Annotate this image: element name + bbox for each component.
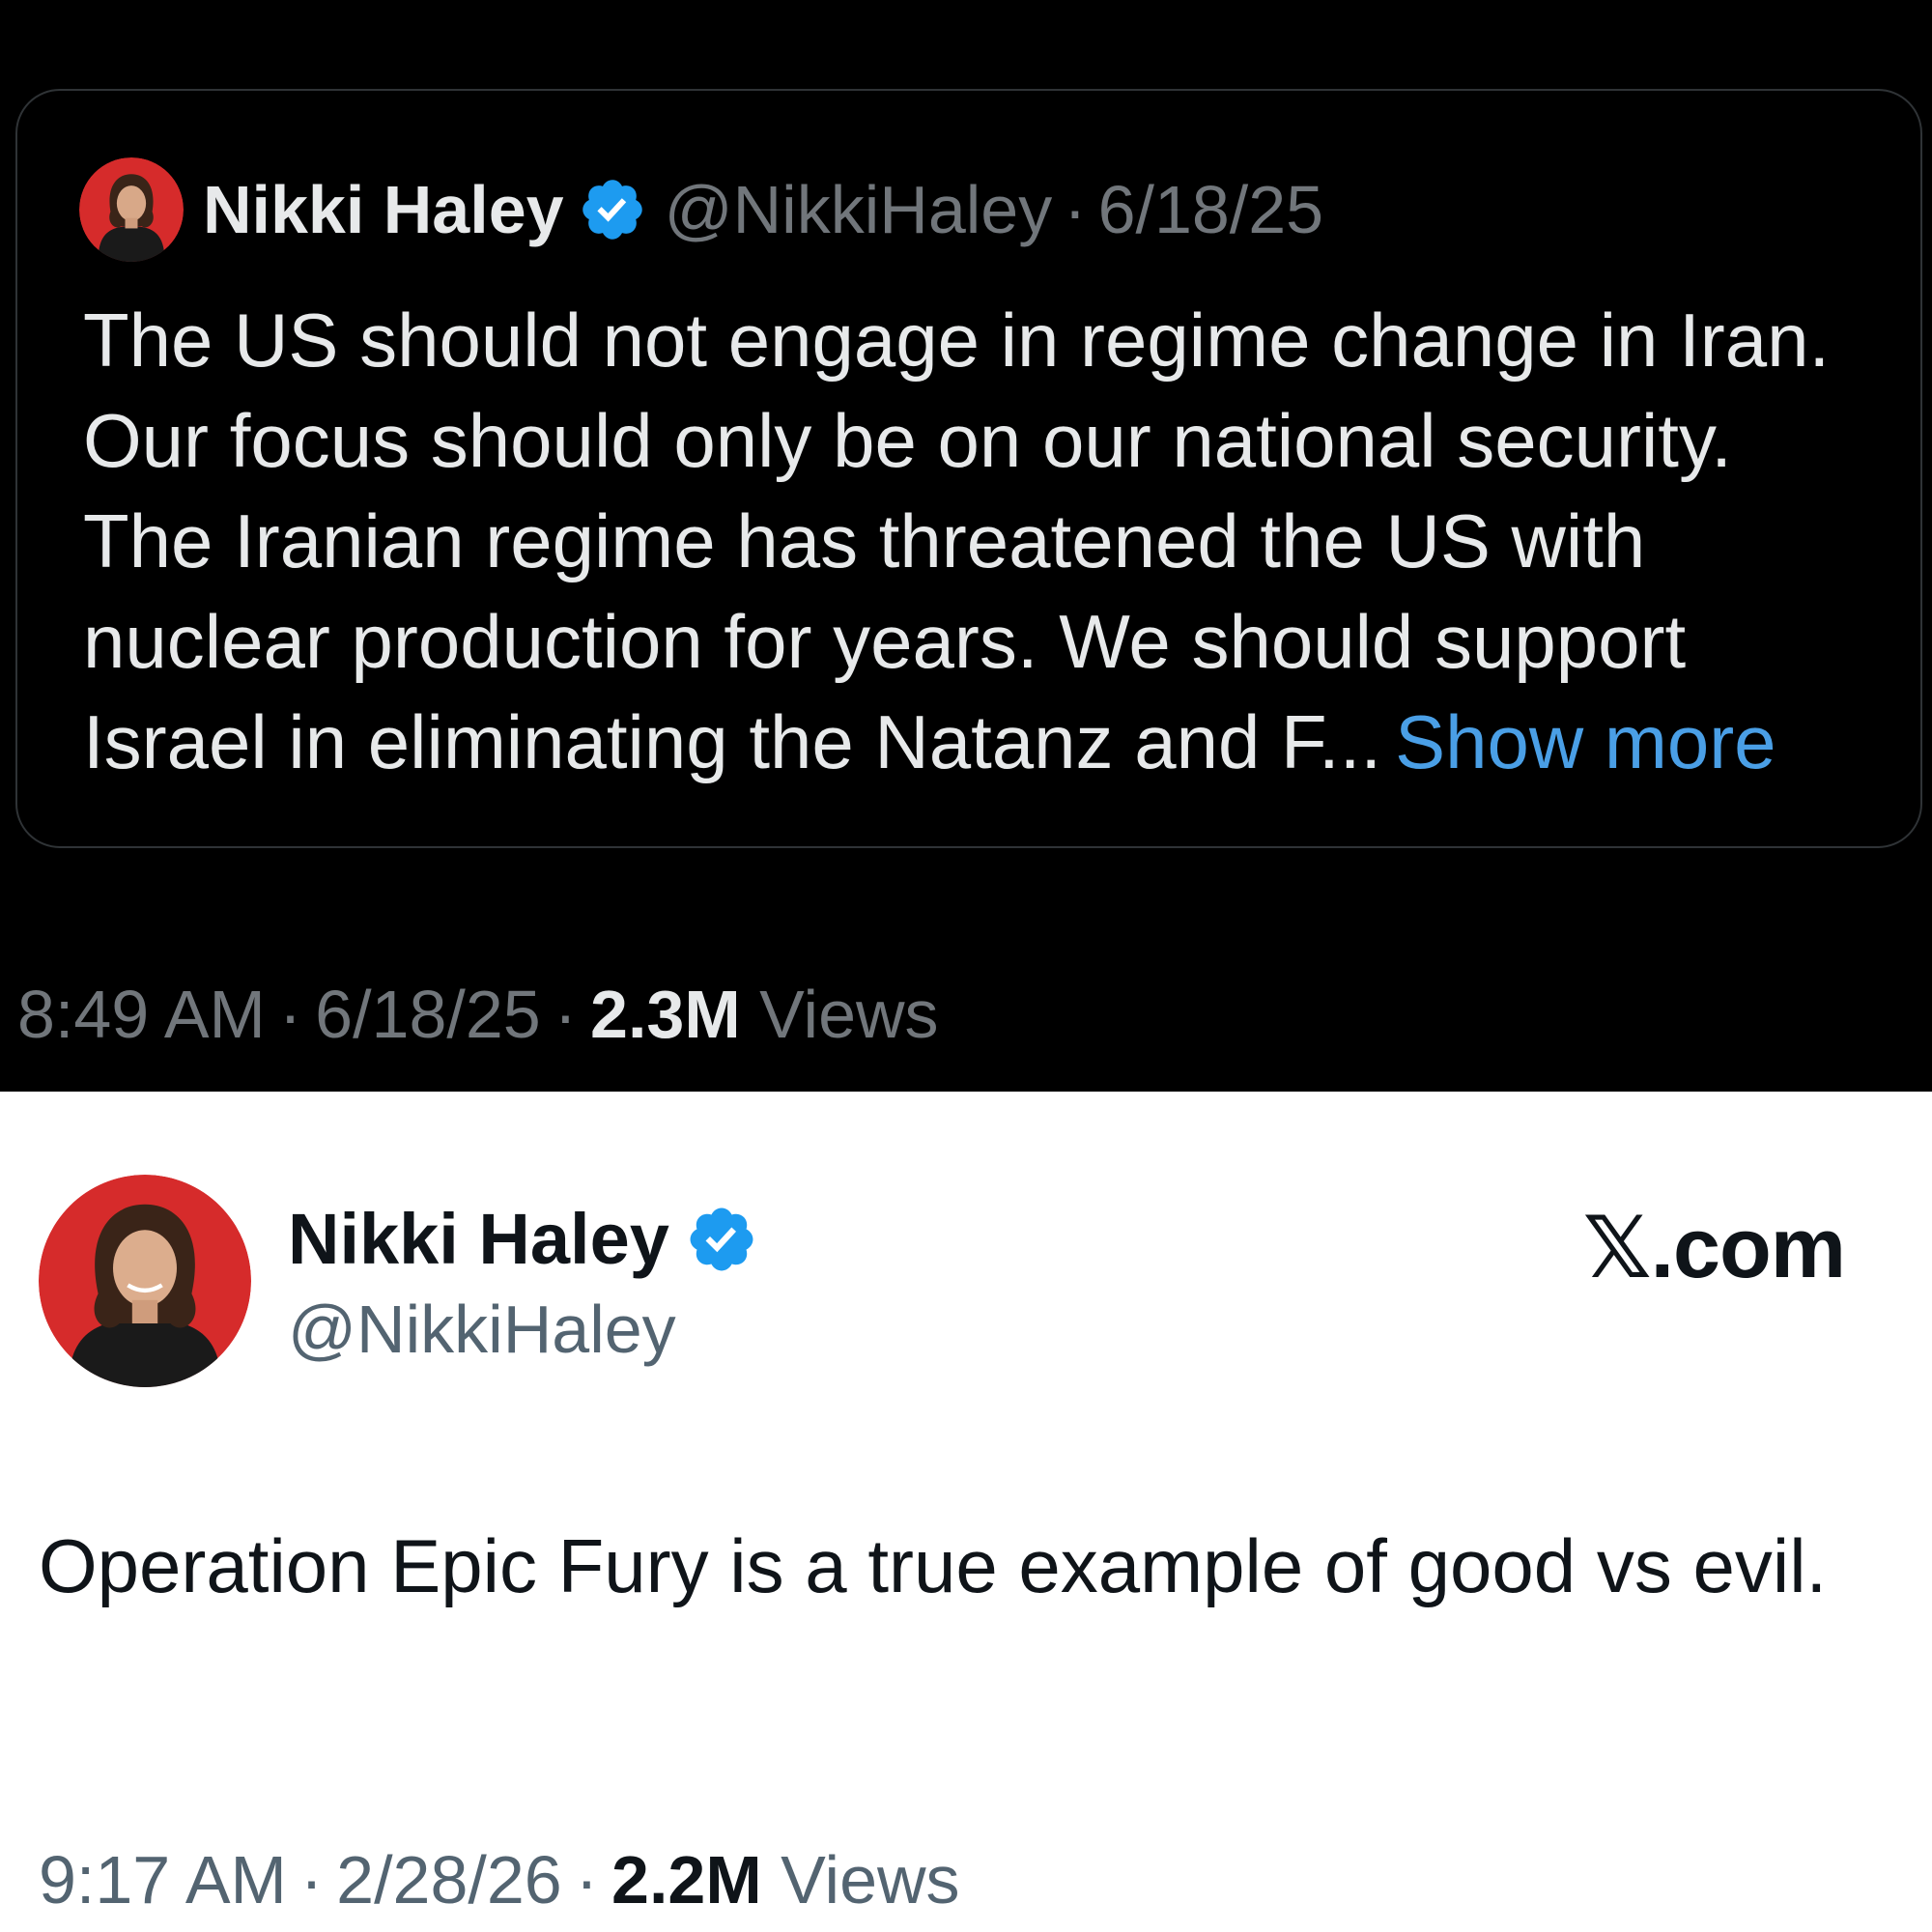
views-count: 2.2M — [611, 1842, 762, 1918]
avatar[interactable] — [39, 1175, 251, 1387]
post-author-handle[interactable]: @NikkiHaley — [288, 1291, 676, 1368]
separator-dot: · — [1064, 172, 1087, 247]
post-author-row: Nikki Haley — [288, 1198, 758, 1280]
tweet-time[interactable]: 9:17 AM — [39, 1842, 287, 1918]
tweet-date[interactable]: 2/28/26 — [336, 1842, 562, 1918]
avatar-portrait-icon — [39, 1175, 251, 1387]
post-author-name[interactable]: Nikki Haley — [288, 1198, 669, 1280]
show-more-link[interactable]: Show more — [1395, 699, 1776, 784]
quoted-author-handle[interactable]: @NikkiHaley — [665, 171, 1053, 248]
quoted-tweet-meta: 8:49 AM · 6/18/25 · 2.3M Views — [17, 976, 939, 1053]
separator-dot: · — [554, 977, 578, 1052]
quoted-tweet-date[interactable]: 6/18/25 — [1098, 171, 1324, 248]
views-label: Views — [781, 1842, 960, 1918]
quoted-tweet-header: Nikki Haley @NikkiHaley · 6/18/25 — [79, 156, 1323, 263]
tweet-time[interactable]: 8:49 AM — [17, 977, 266, 1052]
separator-dot: · — [299, 1842, 324, 1918]
light-screenshot-panel: Nikki Haley @NikkiHaley 𝕏.com Operation … — [0, 1092, 1932, 1932]
dark-screenshot-panel: Nikki Haley @NikkiHaley · 6/18/25 The US… — [0, 0, 1932, 1092]
post-text: Operation Epic Fury is a true example of… — [39, 1523, 1828, 1608]
tweet-date[interactable]: 6/18/25 — [315, 977, 541, 1052]
avatar[interactable] — [79, 157, 184, 262]
verified-badge-icon — [685, 1203, 758, 1276]
views-count: 2.3M — [590, 977, 741, 1052]
separator-dot: · — [575, 1842, 599, 1918]
verified-badge-icon — [578, 175, 647, 244]
quoted-author-name[interactable]: Nikki Haley — [203, 171, 564, 248]
views-label: Views — [759, 977, 939, 1052]
avatar-portrait-icon — [79, 157, 184, 262]
quoted-tweet-body: The US should not engage in regime chang… — [83, 290, 1880, 792]
post-meta: 9:17 AM · 2/28/26 · 2.2M Views — [39, 1841, 960, 1918]
x-com-logo: 𝕏.com — [1582, 1200, 1846, 1295]
separator-dot: · — [278, 977, 302, 1052]
